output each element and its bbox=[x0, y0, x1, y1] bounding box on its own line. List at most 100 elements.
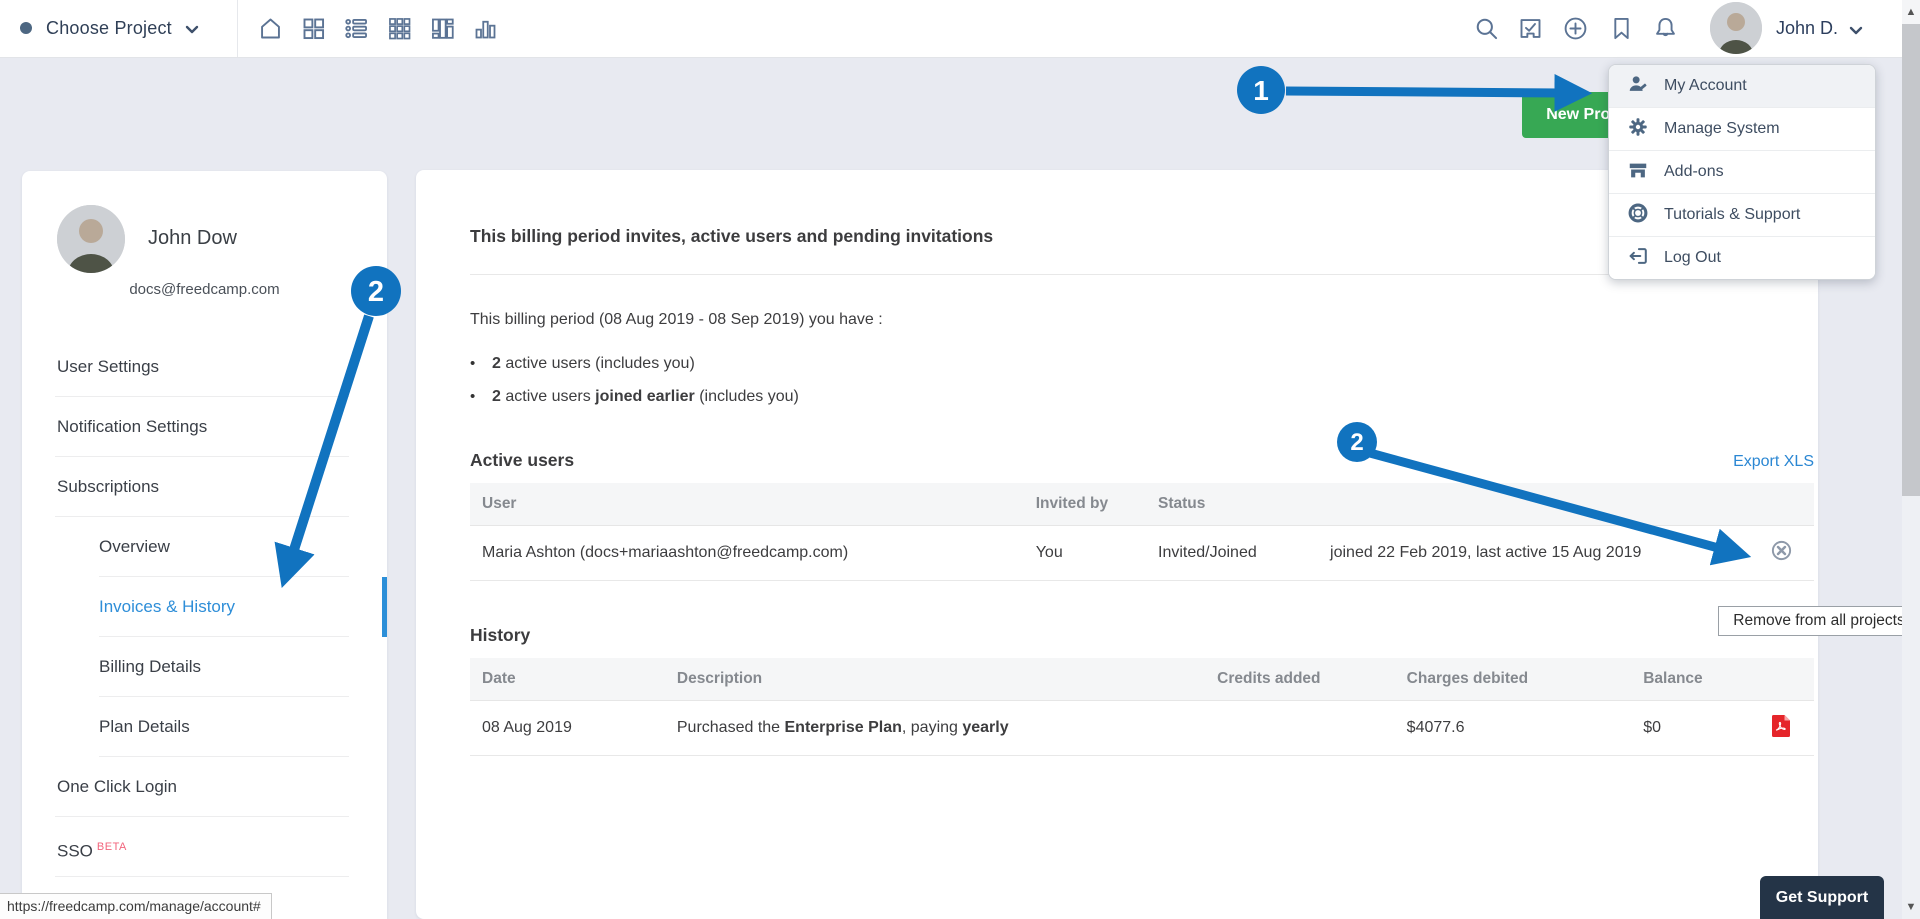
active-users-title: Active users bbox=[470, 450, 574, 471]
dashboard-grid-icon[interactable] bbox=[300, 15, 327, 42]
chevron-down-icon[interactable] bbox=[184, 21, 200, 42]
sidebar-item-label: SSO bbox=[57, 842, 93, 861]
life-buoy-icon bbox=[1627, 202, 1649, 229]
col-invited-by: Invited by bbox=[1024, 483, 1146, 526]
col-credits: Credits added bbox=[1205, 658, 1395, 701]
profile-email: docs@freedcamp.com bbox=[22, 281, 387, 298]
get-support-button[interactable]: Get Support bbox=[1760, 876, 1884, 919]
sidebar-item-sso[interactable]: SSO BETA bbox=[22, 817, 387, 877]
menu-item-manage-system[interactable]: Manage System bbox=[1609, 108, 1875, 151]
profile-name: John Dow bbox=[148, 227, 237, 250]
notifications-icon[interactable] bbox=[1652, 15, 1679, 42]
table-row: Maria Ashton (docs+mariaashton@freedcamp… bbox=[470, 526, 1814, 581]
sidebar-divider bbox=[55, 876, 349, 877]
remove-user-icon[interactable] bbox=[1770, 539, 1793, 562]
task-list-icon[interactable] bbox=[343, 15, 370, 42]
user-menu: My Account Manage System Add-ons Tutoria… bbox=[1608, 64, 1876, 280]
account-sidebar: John Dow docs@freedcamp.com User Setting… bbox=[22, 171, 387, 919]
pdf-invoice-icon[interactable] bbox=[1772, 724, 1791, 741]
status-url: https://freedcamp.com/manage/account# bbox=[0, 893, 272, 919]
col-activity bbox=[1318, 483, 1748, 526]
bullet-marker: • bbox=[470, 388, 492, 405]
balance-cell: $0 bbox=[1631, 701, 1748, 756]
description-cell: Purchased the Enterprise Plan, paying ye… bbox=[665, 701, 1205, 756]
sidebar-item-billing-details[interactable]: Billing Details bbox=[22, 637, 387, 697]
person-edit-icon bbox=[1627, 73, 1649, 100]
col-status: Status bbox=[1146, 483, 1318, 526]
sidebar-item-label: Invoices & History bbox=[99, 597, 235, 616]
user-avatar[interactable] bbox=[1710, 2, 1762, 54]
history-table: Date Description Credits added Charges d… bbox=[470, 658, 1814, 756]
billing-bullets: • 2 active users (includes you) • 2 acti… bbox=[470, 355, 1814, 406]
reports-icon[interactable] bbox=[472, 15, 499, 42]
sidebar-item-label: Billing Details bbox=[99, 657, 201, 676]
sidebar-item-user-settings[interactable]: User Settings bbox=[22, 337, 387, 397]
table-header-row: Date Description Credits added Charges d… bbox=[470, 658, 1814, 701]
menu-item-label: Log Out bbox=[1664, 249, 1721, 267]
apps-grid-icon[interactable] bbox=[386, 15, 413, 42]
status-cell: Invited/Joined bbox=[1146, 526, 1318, 581]
col-charges: Charges debited bbox=[1395, 658, 1632, 701]
scroll-up-icon[interactable]: ▲ bbox=[1902, 0, 1920, 24]
charges-cell: $4077.6 bbox=[1395, 701, 1632, 756]
col-invoice bbox=[1748, 658, 1814, 701]
col-actions bbox=[1748, 483, 1814, 526]
user-chevron-down-icon[interactable] bbox=[1848, 22, 1864, 43]
invited-by-cell: You bbox=[1024, 526, 1146, 581]
date-cell: 08 Aug 2019 bbox=[470, 701, 665, 756]
history-title: History bbox=[470, 625, 530, 646]
sidebar-item-plan-details[interactable]: Plan Details bbox=[22, 697, 387, 757]
sidebar-item-one-click-login[interactable]: One Click Login bbox=[22, 757, 387, 817]
activity-cell: joined 22 Feb 2019, last active 15 Aug 2… bbox=[1318, 526, 1748, 581]
active-item-indicator bbox=[382, 577, 387, 637]
active-users-table: User Invited by Status Maria Ashton (doc… bbox=[470, 483, 1814, 581]
store-icon bbox=[1627, 159, 1649, 186]
gear-icon bbox=[1627, 116, 1649, 143]
scrollbar-thumb[interactable] bbox=[1902, 24, 1920, 496]
billing-content-card: This billing period invites, active user… bbox=[416, 170, 1818, 919]
bullet-marker: • bbox=[470, 355, 492, 372]
add-icon[interactable] bbox=[1562, 15, 1589, 42]
home-icon[interactable] bbox=[257, 15, 284, 42]
table-row: 08 Aug 2019 Purchased the Enterprise Pla… bbox=[470, 701, 1814, 756]
search-icon[interactable] bbox=[1473, 15, 1500, 42]
col-user: User bbox=[470, 483, 1024, 526]
table-header-row: User Invited by Status bbox=[470, 483, 1814, 526]
billing-period-line: This billing period (08 Aug 2019 - 08 Se… bbox=[470, 311, 1814, 329]
menu-item-log-out[interactable]: Log Out bbox=[1609, 237, 1875, 279]
top-bar: Choose Project bbox=[0, 0, 1902, 58]
sidebar-item-notification-settings[interactable]: Notification Settings bbox=[22, 397, 387, 457]
topbar-divider bbox=[237, 0, 238, 57]
sidebar-item-label: User Settings bbox=[57, 357, 159, 376]
bullet-joined-earlier: • 2 active users joined earlier (include… bbox=[470, 388, 1814, 406]
project-selector[interactable]: Choose Project bbox=[46, 0, 172, 57]
freedcamp-account-page: Choose Project bbox=[0, 0, 1920, 919]
sidebar-menu: User Settings Notification Settings Subs… bbox=[22, 337, 387, 877]
menu-item-tutorials-support[interactable]: Tutorials & Support bbox=[1609, 194, 1875, 237]
menu-item-label: Add-ons bbox=[1664, 163, 1724, 181]
export-xls-link[interactable]: Export XLS bbox=[1733, 453, 1814, 471]
sidebar-item-label: Overview bbox=[99, 537, 170, 556]
col-date: Date bbox=[470, 658, 665, 701]
menu-item-add-ons[interactable]: Add-ons bbox=[1609, 151, 1875, 194]
menu-item-label: Tutorials & Support bbox=[1664, 206, 1800, 224]
step1-badge bbox=[1237, 66, 1285, 114]
profile-avatar bbox=[57, 205, 125, 273]
sidebar-item-subscriptions[interactable]: Subscriptions bbox=[22, 457, 387, 517]
bookmark-icon[interactable] bbox=[1608, 15, 1635, 42]
menu-item-label: My Account bbox=[1664, 77, 1747, 95]
beta-badge: BETA bbox=[97, 841, 127, 853]
user-cell: Maria Ashton (docs+mariaashton@freedcamp… bbox=[470, 526, 1024, 581]
page-scrollbar[interactable]: ▲ ▼ bbox=[1902, 0, 1920, 919]
user-name[interactable]: John D. bbox=[1776, 0, 1838, 57]
bullet-active-users: • 2 active users (includes you) bbox=[470, 355, 1814, 373]
sidebar-item-label: One Click Login bbox=[57, 777, 177, 796]
svg-text:1: 1 bbox=[1253, 75, 1269, 106]
boards-icon[interactable] bbox=[429, 15, 456, 42]
sidebar-item-overview[interactable]: Overview bbox=[22, 517, 387, 577]
widget-check-icon[interactable] bbox=[1517, 15, 1544, 42]
sidebar-item-invoices-history[interactable]: Invoices & History bbox=[22, 577, 387, 637]
scroll-down-icon[interactable]: ▼ bbox=[1902, 897, 1920, 919]
menu-item-my-account[interactable]: My Account bbox=[1609, 65, 1875, 108]
sidebar-item-label: Notification Settings bbox=[57, 417, 207, 436]
